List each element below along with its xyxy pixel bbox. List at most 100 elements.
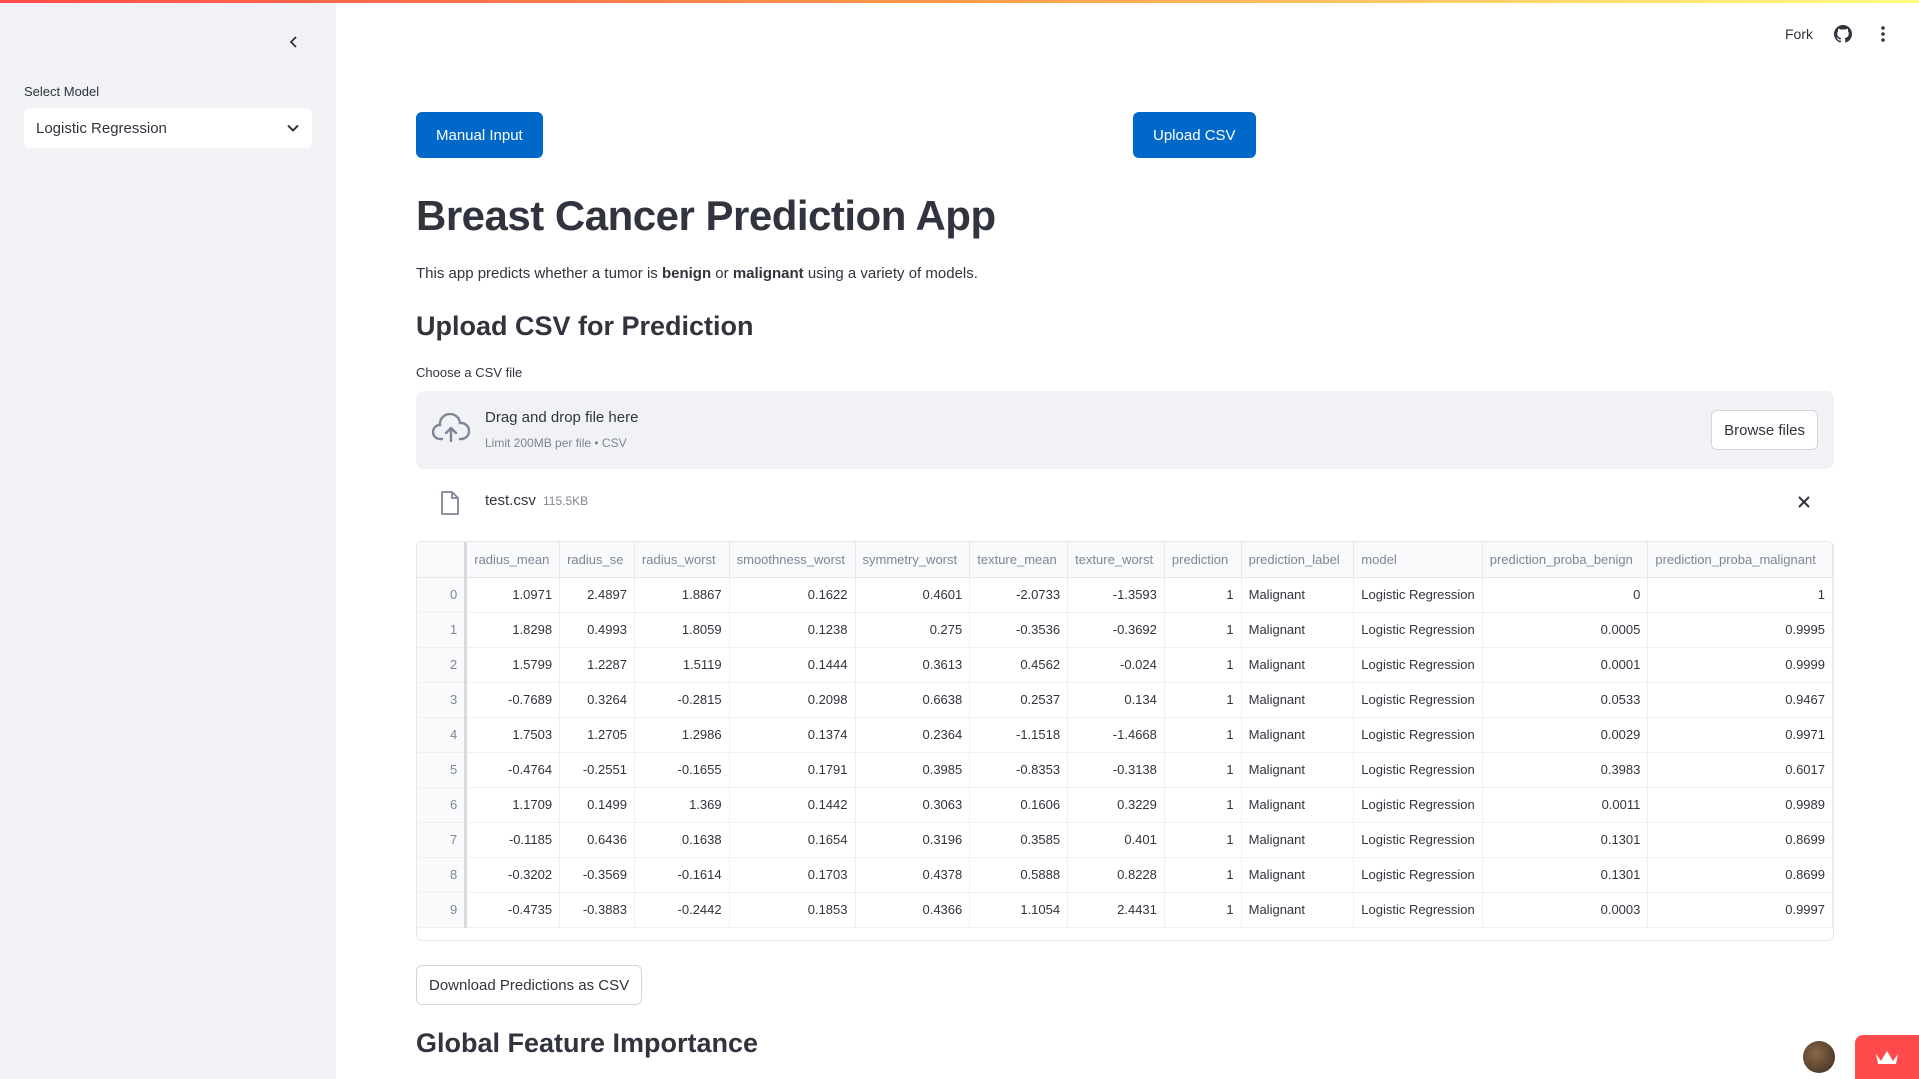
table-cell[interactable]: 1.2705 xyxy=(559,717,635,753)
table-cell[interactable]: 1.5119 xyxy=(634,647,730,683)
table-cell[interactable]: 0.1301 xyxy=(1482,822,1649,858)
table-cell[interactable]: 0.0005 xyxy=(1482,612,1649,648)
table-cell[interactable]: 1.0971 xyxy=(465,577,561,613)
table-cell[interactable]: Malignant xyxy=(1241,822,1355,858)
table-cell[interactable]: Malignant xyxy=(1241,857,1355,893)
table-cell[interactable]: -1.3593 xyxy=(1067,577,1165,613)
predictions-dataframe[interactable]: radius_mean radius_se radius_worst smoothne… xyxy=(416,541,1834,941)
table-cell[interactable]: 0.1374 xyxy=(729,717,856,753)
table-cell[interactable]: 1 xyxy=(1164,577,1242,613)
row-index-cell[interactable]: 7 xyxy=(417,822,468,858)
table-cell[interactable]: 0.4378 xyxy=(855,857,971,893)
remove-file-close-icon[interactable] xyxy=(1792,490,1816,514)
table-cell[interactable]: Malignant xyxy=(1241,647,1355,683)
table-cell[interactable]: -0.7689 xyxy=(465,682,561,718)
table-cell[interactable]: 0.1638 xyxy=(634,822,730,858)
table-cell[interactable]: 1.8867 xyxy=(634,577,730,613)
table-cell[interactable]: Malignant xyxy=(1241,577,1355,613)
table-cell[interactable]: 0.2364 xyxy=(855,717,971,753)
table-cell[interactable]: 0.9995 xyxy=(1647,612,1833,648)
row-index-cell[interactable]: 4 xyxy=(417,717,468,753)
table-cell[interactable]: 1.8059 xyxy=(634,612,730,648)
table-cell[interactable]: -0.1614 xyxy=(634,857,730,893)
table-cell[interactable]: 1.8298 xyxy=(465,612,561,648)
table-cell[interactable]: -0.3138 xyxy=(1067,752,1165,788)
table-cell[interactable]: 1 xyxy=(1164,857,1242,893)
model-select[interactable]: Logistic Regression xyxy=(24,108,312,148)
table-cell[interactable]: 1 xyxy=(1164,787,1242,823)
table-cell[interactable]: 0.1301 xyxy=(1482,857,1649,893)
table-cell[interactable]: -0.3692 xyxy=(1067,612,1165,648)
table-cell[interactable]: 0.0533 xyxy=(1482,682,1649,718)
table-cell[interactable]: 0.3229 xyxy=(1067,787,1165,823)
table-cell[interactable]: -0.024 xyxy=(1067,647,1165,683)
user-avatar[interactable] xyxy=(1803,1041,1835,1073)
table-cell[interactable]: 0.2537 xyxy=(969,682,1069,718)
table-cell[interactable]: Logistic Regression xyxy=(1353,612,1483,648)
row-index-cell[interactable]: 0 xyxy=(417,577,468,613)
table-cell[interactable]: -0.4735 xyxy=(465,892,561,928)
table-cell[interactable]: 1.7503 xyxy=(465,717,561,753)
table-cell[interactable]: 0.9997 xyxy=(1647,892,1833,928)
table-cell[interactable]: 0.134 xyxy=(1067,682,1165,718)
table-cell[interactable]: 0.1654 xyxy=(729,822,856,858)
row-index-cell[interactable]: 5 xyxy=(417,752,468,788)
table-cell[interactable]: 0.1853 xyxy=(729,892,856,928)
table-cell[interactable]: 0.3196 xyxy=(855,822,971,858)
github-icon[interactable] xyxy=(1833,24,1853,44)
browse-files-button[interactable]: Browse files xyxy=(1711,410,1818,450)
table-cell[interactable]: -0.1655 xyxy=(634,752,730,788)
table-cell[interactable]: -0.3883 xyxy=(559,892,635,928)
row-index-cell[interactable]: 2 xyxy=(417,647,468,683)
table-cell[interactable]: -0.3202 xyxy=(465,857,561,893)
table-cell[interactable]: -1.4668 xyxy=(1067,717,1165,753)
manual-input-button[interactable]: Manual Input xyxy=(416,112,543,158)
table-cell[interactable]: 0.3264 xyxy=(559,682,635,718)
column-header-model[interactable]: model xyxy=(1353,542,1483,578)
table-cell[interactable]: 0.9999 xyxy=(1647,647,1833,683)
column-header-prediction-proba-benign[interactable]: prediction_proba_benign xyxy=(1482,542,1649,578)
table-cell[interactable]: 0.4562 xyxy=(969,647,1069,683)
table-cell[interactable]: Logistic Regression xyxy=(1353,682,1483,718)
table-cell[interactable]: 0.0003 xyxy=(1482,892,1649,928)
table-cell[interactable]: 0.3985 xyxy=(855,752,971,788)
table-cell[interactable]: Logistic Regression xyxy=(1353,577,1483,613)
table-cell[interactable]: Malignant xyxy=(1241,682,1355,718)
table-cell[interactable]: -0.3569 xyxy=(559,857,635,893)
table-cell[interactable]: 1 xyxy=(1164,717,1242,753)
table-cell[interactable]: 0.5888 xyxy=(969,857,1069,893)
table-cell[interactable]: 0.9467 xyxy=(1647,682,1833,718)
column-header-symmetry-worst[interactable]: symmetry_worst xyxy=(855,542,971,578)
row-index-cell[interactable]: 6 xyxy=(417,787,468,823)
table-cell[interactable]: 0.3983 xyxy=(1482,752,1649,788)
column-header-prediction-label[interactable]: prediction_label xyxy=(1241,542,1355,578)
upload-csv-button[interactable]: Upload CSV xyxy=(1133,112,1256,158)
table-cell[interactable]: 2.4897 xyxy=(559,577,635,613)
table-cell[interactable]: Logistic Regression xyxy=(1353,647,1483,683)
table-cell[interactable]: 0.8699 xyxy=(1647,857,1833,893)
table-cell[interactable]: 0.6436 xyxy=(559,822,635,858)
table-cell[interactable]: 1 xyxy=(1164,612,1242,648)
table-cell[interactable]: 0.0001 xyxy=(1482,647,1649,683)
table-cell[interactable]: Malignant xyxy=(1241,892,1355,928)
table-cell[interactable]: 0.1238 xyxy=(729,612,856,648)
table-cell[interactable]: 0.4601 xyxy=(855,577,971,613)
table-cell[interactable]: Logistic Regression xyxy=(1353,822,1483,858)
table-cell[interactable]: 1 xyxy=(1164,822,1242,858)
table-cell[interactable]: -0.8353 xyxy=(969,752,1069,788)
row-index-cell[interactable]: 1 xyxy=(417,612,468,648)
table-cell[interactable]: 1.1709 xyxy=(465,787,561,823)
table-cell[interactable]: -0.2551 xyxy=(559,752,635,788)
table-cell[interactable]: 0.4993 xyxy=(559,612,635,648)
row-index-cell[interactable]: 9 xyxy=(417,892,468,928)
table-cell[interactable]: 1.369 xyxy=(634,787,730,823)
table-cell[interactable]: 0.1791 xyxy=(729,752,856,788)
more-menu-icon[interactable] xyxy=(1873,24,1893,44)
table-cell[interactable]: 1 xyxy=(1164,752,1242,788)
streamlit-badge[interactable] xyxy=(1855,1035,1919,1079)
table-cell[interactable]: -0.2442 xyxy=(634,892,730,928)
table-cell[interactable]: Logistic Regression xyxy=(1353,787,1483,823)
table-cell[interactable]: -0.1185 xyxy=(465,822,561,858)
table-cell[interactable]: 2.4431 xyxy=(1067,892,1165,928)
table-cell[interactable]: 0.275 xyxy=(855,612,971,648)
